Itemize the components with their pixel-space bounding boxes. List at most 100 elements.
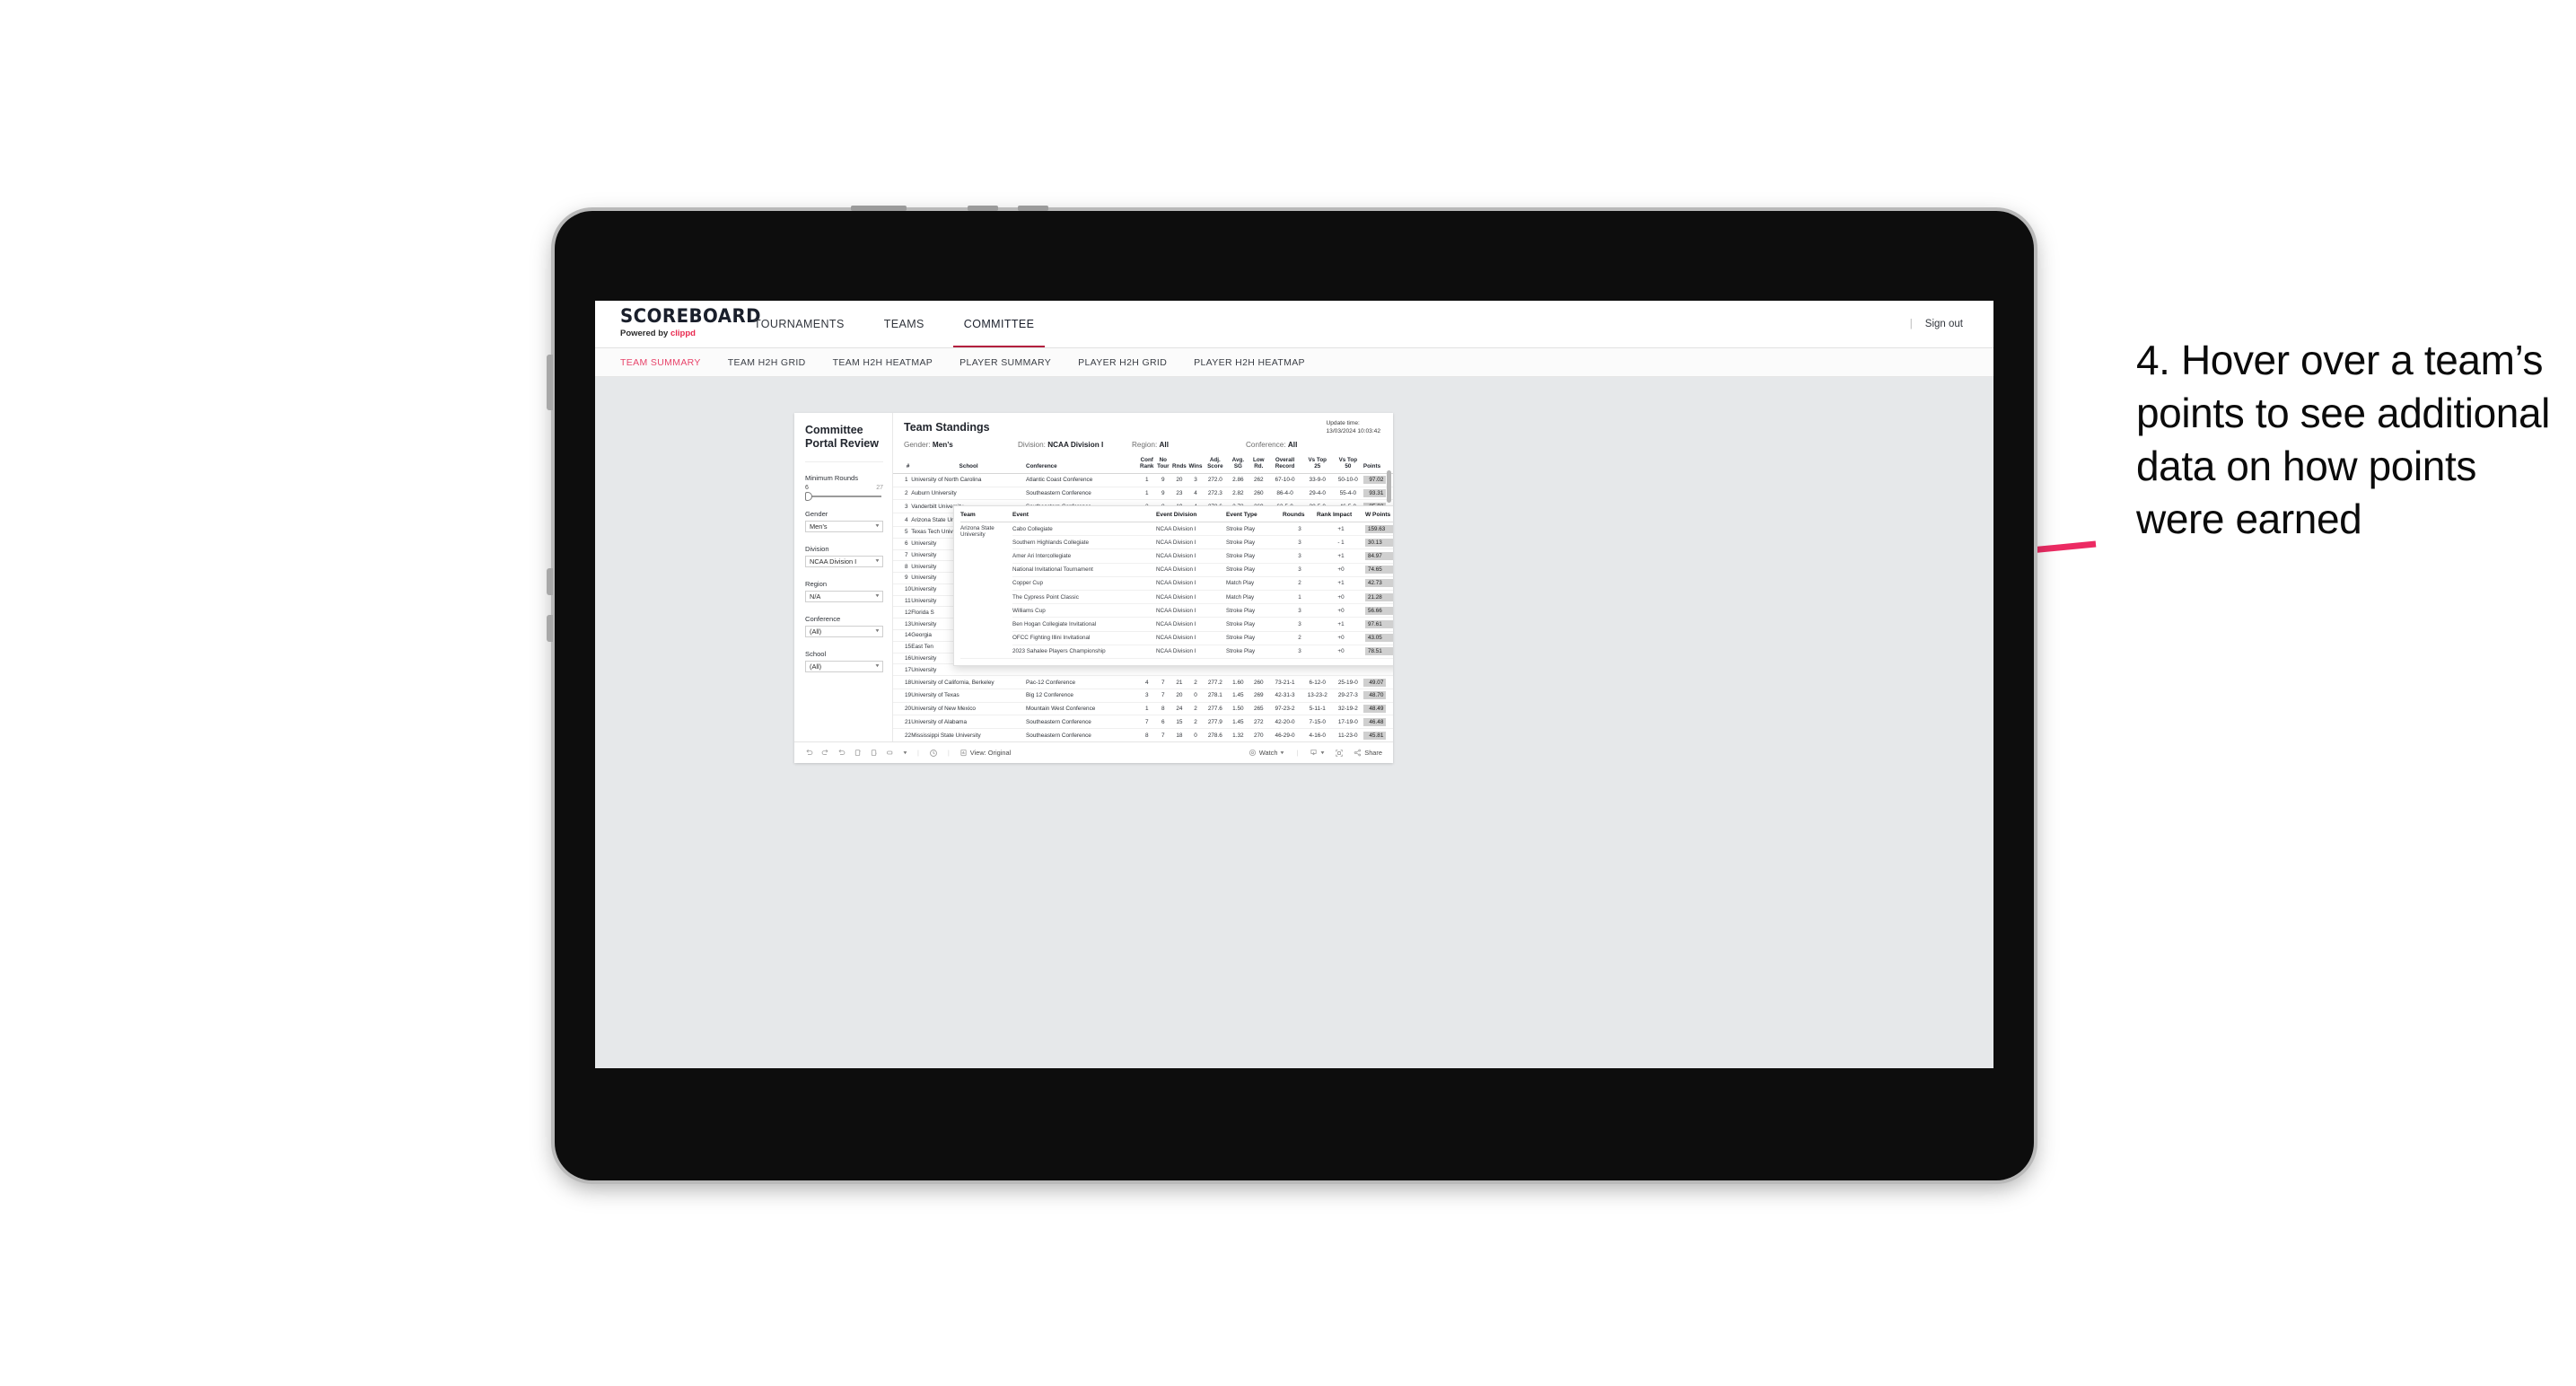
table-row[interactable]: 22 Mississippi State University Southeaste… [893,728,1393,741]
nav-item-teams[interactable]: TEAMS [864,301,944,347]
table-row[interactable]: 21 University of Alabama Southeastern Conf… [893,715,1393,730]
table-row[interactable]: 2 Auburn University Southeastern Conferenc… [893,487,1393,501]
col-rank[interactable]: # [893,457,912,474]
col-rnds-l2: Rnds [1172,463,1187,470]
tooltip-header-row: Team Event Event Division Event Type Rou… [960,512,1393,522]
row-wins: 2 [1187,715,1205,730]
col-low-rd[interactable]: Low Rd. [1249,457,1268,474]
school-select[interactable]: (All) ▼ [805,660,883,672]
tooltip-rank-impact: +0 [1317,590,1365,605]
tab-player-h2h-grid[interactable]: PLAYER H2H GRID [1078,357,1167,368]
row-conference: Southeastern Conference [1026,487,1139,501]
row-avg-sg: 1.45 [1226,689,1250,703]
filter-summary-gender: Gender: Men’s [904,441,1018,449]
row-school: University of California, Berkeley [911,675,1027,689]
device-layout-icon[interactable] [886,749,895,757]
nav-item-tournaments[interactable]: TOURNAMENTS [734,301,864,347]
chevron-down-icon[interactable]: ▼ [902,750,907,756]
chevron-down-icon: ▼ [874,523,881,529]
division-select[interactable]: NCAA Division I ▼ [805,555,883,567]
tab-player-h2h-heatmap[interactable]: PLAYER H2H HEATMAP [1194,357,1305,368]
tooltip-w-points: 78.51 [1365,645,1393,659]
tooltip-type: Stroke Play [1226,645,1283,659]
col-school-l1: School [959,463,978,470]
row-vs-top-50: 32-19-2 [1332,702,1363,716]
table-row[interactable]: 20 University of New Mexico Mountain West … [893,702,1393,716]
row-rank: 3 [893,499,912,514]
pause-icon[interactable] [870,749,878,757]
row-wins: 3 [1187,473,1205,487]
col-vs-top-25[interactable]: Vs Top 25 [1301,457,1333,474]
points-value: 93.31 [1362,489,1386,498]
row-rnds: 23 [1170,487,1187,501]
tooltip-w-points-value: 43.05 [1365,634,1393,643]
col-adj-score[interactable]: Adj. Score [1204,457,1227,474]
col-wins[interactable]: Wins [1187,457,1205,474]
tab-team-summary[interactable]: TEAM SUMMARY [620,357,701,368]
undo-icon[interactable] [805,749,813,757]
row-rank: 4 [893,513,912,527]
row-vs-top-25: 5-11-1 [1301,702,1333,716]
row-rank: 21 [893,715,912,730]
refresh-icon[interactable] [854,749,862,757]
filter-summary-region-label: Region: [1132,441,1158,449]
tooltip-rounds: 2 [1283,631,1317,645]
col-conf-rank[interactable]: Conf Rank [1138,457,1155,474]
watch-button[interactable]: Watch ▼ [1249,749,1285,757]
logo-brand: clippd [670,329,696,338]
row-low-rd: 269 [1249,689,1268,703]
points-value: 46.48 [1362,717,1386,726]
row-rnds: 20 [1170,473,1187,487]
table-row[interactable]: 1 University of North Carolina Atlantic Co… [893,473,1393,487]
tab-team-h2h-heatmap[interactable]: TEAM H2H HEATMAP [833,357,933,368]
col-vs-top-50[interactable]: Vs Top 50 [1332,457,1363,474]
col-avg-sg[interactable]: Avg. SG [1226,457,1250,474]
row-vs-top-50: 55-4-0 [1332,487,1363,501]
minimum-rounds-slider[interactable] [805,491,881,501]
tab-player-summary[interactable]: PLAYER SUMMARY [959,357,1051,368]
col-rnds[interactable]: Rnds [1170,457,1187,474]
download-icon [1310,749,1318,757]
tooltip-row: OFCC Fighting Illini Invitational NCAA Di… [960,631,1393,645]
download-button[interactable]: ▼ [1310,749,1326,757]
portal-title: Committee Portal Review [805,424,883,462]
row-vs-top-25: 13-23-2 [1301,689,1333,703]
tooltip-col-rounds: Rounds [1283,512,1317,522]
logo-wordmark: SCOREBOARD [620,305,762,327]
col-school[interactable]: School [911,457,1027,474]
table-row[interactable]: 18 University of California, Berkeley Pac-… [893,675,1393,689]
clock-icon[interactable] [929,749,938,758]
region-select[interactable]: N/A ▼ [805,590,883,602]
tooltip-row: 2023 Sahalee Players Championship NCAA Di… [960,645,1393,659]
row-vs-top-50: 11-23-0 [1332,728,1363,741]
revert-icon[interactable] [837,749,846,757]
row-adj-score: 278.6 [1204,728,1227,741]
logo[interactable]: SCOREBOARD Powered by clippd [595,301,762,347]
share-button[interactable]: Share [1354,749,1382,757]
conference-select[interactable]: (All) ▼ [805,625,883,637]
row-overall: 67-10-0 [1267,473,1302,487]
row-conference: Pac-12 Conference [1026,675,1139,689]
filter-summary-division-value: NCAA Division I [1047,441,1104,449]
device-side-button-2 [547,568,553,595]
toolbar-right: Watch ▼ | ▼ Share [1249,749,1382,758]
col-conference[interactable]: Conference [1026,457,1139,474]
row-school: University of North Carolina [911,473,1027,487]
col-vs-top-25-l1: Vs Top [1308,457,1327,463]
row-rank: 16 [893,653,912,665]
slider-thumb[interactable] [805,491,812,501]
row-conf-rank: 3 [1138,689,1155,703]
col-no-tour[interactable]: No Tour [1154,457,1171,474]
tooltip-event: National Invitational Tournament [1012,563,1156,577]
tab-team-h2h-grid[interactable]: TEAM H2H GRID [728,357,806,368]
nav-item-committee[interactable]: COMMITTEE [944,301,1055,347]
redo-icon[interactable] [821,749,829,757]
table-scrollbar-thumb[interactable] [1387,470,1391,503]
table-row[interactable]: 19 University of Texas Big 12 Conference 3 7… [893,689,1393,703]
col-overall[interactable]: Overall Record [1267,457,1302,474]
sign-out-link[interactable]: Sign out [1925,319,1963,329]
gender-select[interactable]: Men’s ▼ [805,520,883,532]
points-value: 48.70 [1362,691,1386,700]
view-original-button[interactable]: View: Original [959,749,1011,757]
fullscreen-icon[interactable] [1335,749,1344,758]
